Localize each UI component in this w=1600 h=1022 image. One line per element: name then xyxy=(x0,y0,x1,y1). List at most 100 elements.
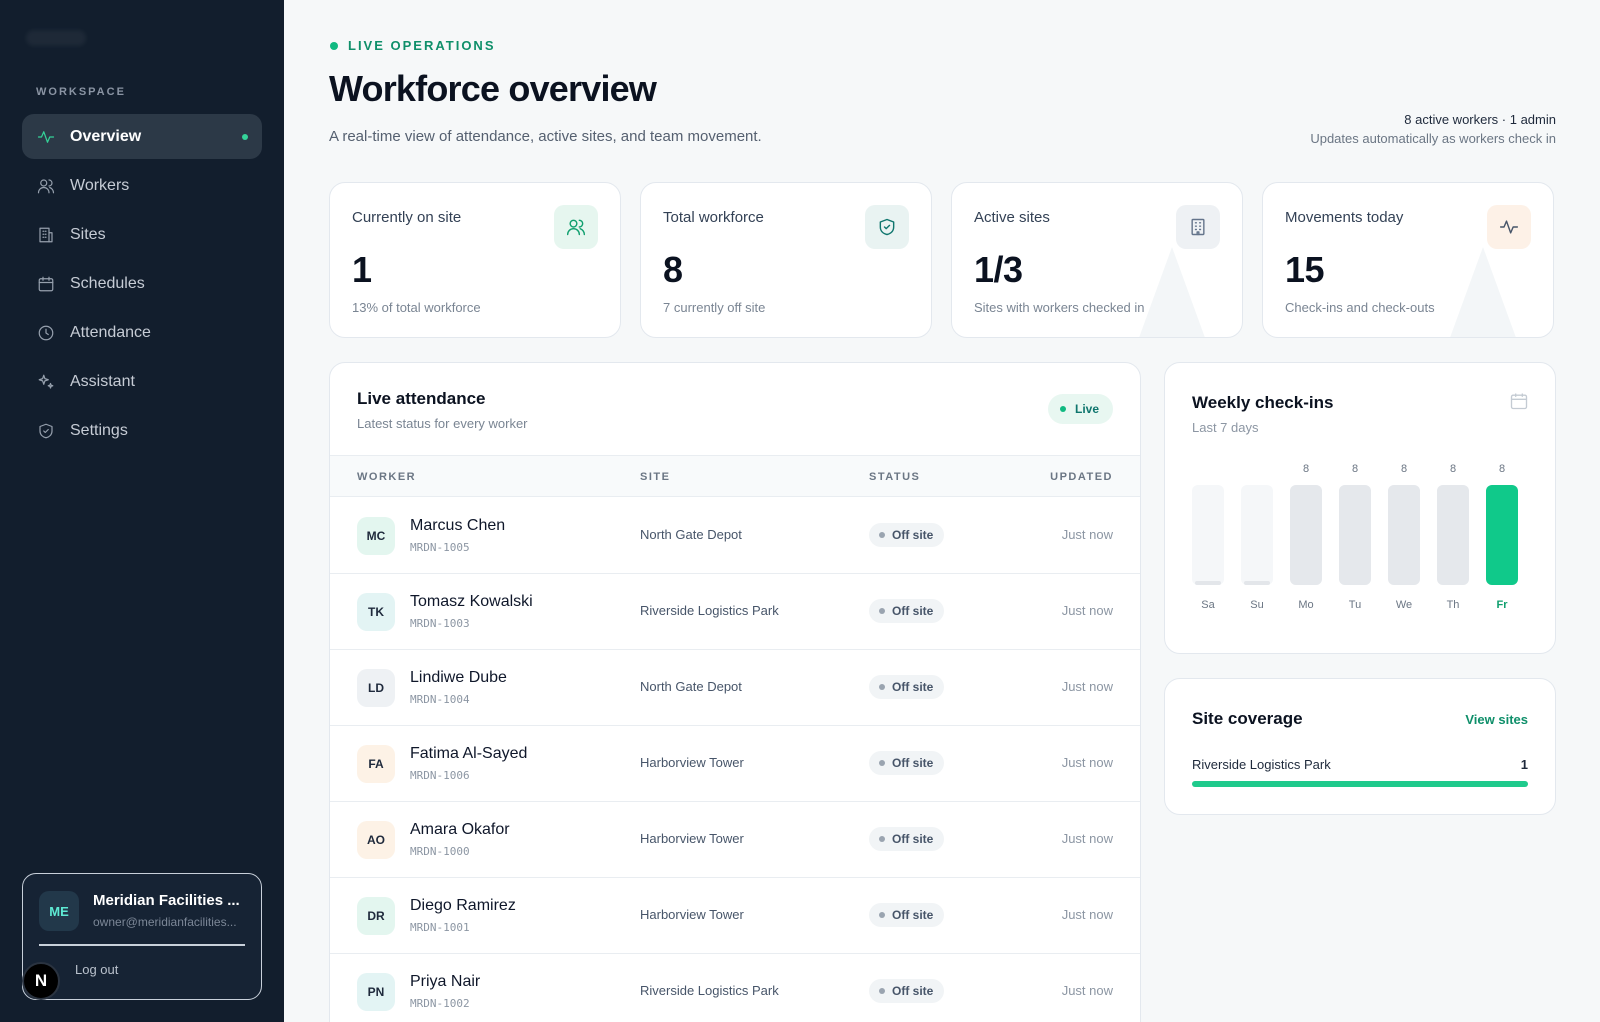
table-row[interactable]: FA Fatima Al-Sayed MRDN-1006 Harborview Tow… xyxy=(330,725,1140,802)
stat-value: 8 xyxy=(663,249,683,290)
sidebar-item-workers[interactable]: Workers xyxy=(22,163,262,208)
stat-hint: 7 currently off site xyxy=(663,300,766,315)
decorative-shape xyxy=(1132,247,1212,337)
column-header-site[interactable]: SITE xyxy=(640,471,670,483)
sidebar-item-label: Workers xyxy=(70,176,130,194)
site-coverage-panel: Site coverage View sites Riverside Logis… xyxy=(1164,678,1556,815)
users-icon xyxy=(554,205,598,249)
sidebar-item-label: Assistant xyxy=(70,372,135,390)
sparkles-icon xyxy=(36,372,56,392)
table-header: WORKER SITE STATUS UPDATED xyxy=(330,455,1140,497)
active-workers-summary: 8 active workers · 1 admin xyxy=(1404,112,1556,127)
activity-icon xyxy=(36,127,56,147)
worker-id: MRDN-1003 xyxy=(410,617,470,630)
bar-day-label: Mo xyxy=(1298,599,1314,611)
column-header-worker[interactable]: WORKER xyxy=(357,471,416,483)
bar-column: 8 Th xyxy=(1437,463,1469,623)
sidebar-item-label: Attendance xyxy=(70,323,151,341)
coverage-progress-track xyxy=(1192,781,1528,787)
panel-subtitle: Last 7 days xyxy=(1192,420,1259,435)
stat-hint: Check-ins and check-outs xyxy=(1285,300,1435,315)
sidebar-nav: Overview Workers Sites Schedules Attenda… xyxy=(22,114,262,457)
coverage-progress-fill xyxy=(1192,781,1528,787)
eyebrow-label: LIVE OPERATIONS xyxy=(348,38,496,53)
bar-track xyxy=(1486,485,1518,585)
logout-button[interactable]: Log out xyxy=(75,962,118,977)
status-dot xyxy=(879,836,885,842)
bar-day-label: We xyxy=(1395,599,1413,611)
worker-id: MRDN-1006 xyxy=(410,769,470,782)
sidebar-item-schedules[interactable]: Schedules xyxy=(22,261,262,306)
coverage-site-count: 1 xyxy=(1520,757,1528,772)
brand-logo xyxy=(26,30,86,46)
bar[interactable] xyxy=(1437,485,1469,585)
column-header-updated[interactable]: UPDATED xyxy=(1050,471,1113,483)
status-label: Off site xyxy=(892,528,934,542)
status-label: Off site xyxy=(892,984,934,998)
avatar: FA xyxy=(357,745,395,783)
table-row[interactable]: DR Diego Ramirez MRDN-1001 Harborview Tower… xyxy=(330,877,1140,954)
updated-time: Just now xyxy=(1061,527,1113,542)
bar[interactable] xyxy=(1290,485,1322,585)
table-row[interactable]: LD Lindiwe Dube MRDN-1004 North Gate Depot O… xyxy=(330,649,1140,726)
sidebar-item-sites[interactable]: Sites xyxy=(22,212,262,257)
shield-check-icon xyxy=(865,205,909,249)
bar-day-label: Th xyxy=(1446,599,1460,611)
bar[interactable] xyxy=(1388,485,1420,585)
coverage-site-name: Riverside Logistics Park xyxy=(1192,757,1331,772)
bar[interactable] xyxy=(1339,485,1371,585)
worker-id: MRDN-1001 xyxy=(410,921,470,934)
status-badge: Off site xyxy=(869,675,945,699)
updated-time: Just now xyxy=(1061,679,1113,694)
status-label: Off site xyxy=(892,756,934,770)
worker-site: Harborview Tower xyxy=(640,907,744,922)
bar-column: Sa xyxy=(1192,463,1224,623)
worker-name: Fatima Al-Sayed xyxy=(410,745,528,762)
bar-track xyxy=(1241,485,1273,585)
bar-column: 8 We xyxy=(1388,463,1420,623)
n-logo-badge[interactable]: N xyxy=(22,962,60,1000)
worker-id: MRDN-1005 xyxy=(410,541,470,554)
table-row[interactable]: MC Marcus Chen MRDN-1005 North Gate Depot Of… xyxy=(330,497,1140,574)
bar[interactable] xyxy=(1486,485,1518,585)
stat-hint: Sites with workers checked in xyxy=(974,300,1145,315)
worker-name: Lindiwe Dube xyxy=(410,669,507,686)
bar-track xyxy=(1339,485,1371,585)
bar-day-label: Tu xyxy=(1348,599,1362,611)
view-sites-link[interactable]: View sites xyxy=(1465,712,1528,727)
stat-label: Total workforce xyxy=(663,209,764,226)
sidebar-item-attendance[interactable]: Attendance xyxy=(22,310,262,355)
status-label: Off site xyxy=(892,604,934,618)
live-operations-eyebrow: LIVE OPERATIONS xyxy=(330,38,496,53)
bar-value-label: 8 xyxy=(1302,463,1310,475)
stat-card-on-site: Currently on site 1 13% of total workfor… xyxy=(329,182,621,338)
account-name: Meridian Facilities ... xyxy=(93,892,240,909)
table-row[interactable]: TK Tomasz Kowalski MRDN-1003 Riverside Logi… xyxy=(330,573,1140,650)
sidebar-item-settings[interactable]: Settings xyxy=(22,408,262,453)
weekly-checkins-panel: Weekly check-ins Last 7 days Sa Su 8 Mo 8 Tu 8… xyxy=(1164,362,1556,654)
sidebar-item-assistant[interactable]: Assistant xyxy=(22,359,262,404)
bar-track xyxy=(1192,485,1224,585)
stat-card-active-sites: Active sites 1/3 Sites with workers chec… xyxy=(951,182,1243,338)
panel-title: Weekly check-ins xyxy=(1192,393,1334,412)
worker-name: Tomasz Kowalski xyxy=(410,593,533,610)
sidebar-item-label: Sites xyxy=(70,225,106,243)
status-dot xyxy=(879,912,885,918)
sidebar-item-overview[interactable]: Overview xyxy=(22,114,262,159)
live-badge: Live xyxy=(1047,394,1113,424)
table-row[interactable]: AO Amara Okafor MRDN-1000 Harborview Tower O… xyxy=(330,801,1140,878)
header-meta: 8 active workers · 1 admin Updates autom… xyxy=(1310,112,1556,146)
bar-day-label: Fr xyxy=(1496,599,1508,611)
status-badge: Off site xyxy=(869,523,945,547)
updated-time: Just now xyxy=(1061,983,1113,998)
table-row[interactable]: PN Priya Nair MRDN-1002 Riverside Logistics… xyxy=(330,953,1140,1022)
worker-site: Riverside Logistics Park xyxy=(640,603,779,618)
status-dot xyxy=(879,532,885,538)
bar-track xyxy=(1388,485,1420,585)
worker-id: MRDN-1004 xyxy=(410,693,470,706)
panel-title: Site coverage xyxy=(1192,709,1303,728)
status-label: Off site xyxy=(892,908,934,922)
stat-card-total-workforce: Total workforce 8 7 currently off site xyxy=(640,182,932,338)
calendar-icon[interactable] xyxy=(1509,391,1529,411)
column-header-status[interactable]: STATUS xyxy=(869,471,920,483)
